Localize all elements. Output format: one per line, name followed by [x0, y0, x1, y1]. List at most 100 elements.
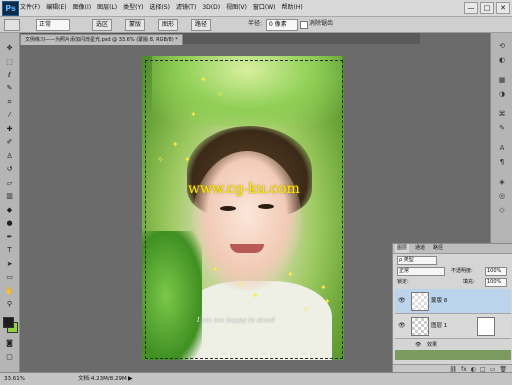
layer-name[interactable]: 图层 1: [431, 314, 447, 338]
menu-edit[interactable]: 编辑(E): [46, 0, 66, 16]
shape-icon[interactable]: ▭: [3, 272, 16, 282]
dodge-icon[interactable]: ●: [3, 218, 16, 228]
opacity-input[interactable]: 100%: [485, 267, 507, 276]
paths-icon[interactable]: ◇: [496, 205, 508, 215]
channels-icon[interactable]: ◎: [496, 191, 508, 201]
sparkle-icon: ✧: [302, 305, 309, 314]
layer-kind-filter[interactable]: ρ 类型: [397, 256, 437, 265]
window-controls: — □ ✕: [464, 2, 510, 14]
menu-filter[interactable]: 滤镜(T): [176, 0, 196, 16]
background-layer-row[interactable]: [395, 350, 511, 360]
stamp-icon[interactable]: ♙: [3, 151, 16, 161]
move-icon[interactable]: ✥: [3, 43, 16, 53]
document-canvas[interactable]: ✦ ✧ ✦ ✦ ✧ ✦ ✦ ✧ ✦ ✦ ✦ ✧ ✦ www.cg-ku.com …: [142, 56, 344, 360]
document-tab-bar: 文例练习——为照片添加闪烁星光.psd @ 33.6% (蒙版 8, RGB/8…: [20, 33, 420, 45]
healing-icon[interactable]: ✚: [3, 124, 16, 134]
caption-text: I am too happy to stand: [197, 316, 276, 324]
gradient-icon[interactable]: ▥: [3, 191, 16, 201]
status-bar: 33.61% 文档:4.23M/8.29M ▶: [0, 372, 512, 385]
marquee-icon[interactable]: ⬚: [3, 57, 16, 67]
menu-layer[interactable]: 图层(L): [97, 0, 117, 16]
tab-layers[interactable]: 图层: [395, 244, 410, 253]
menu-image[interactable]: 图像(I): [73, 0, 91, 16]
mask-button[interactable]: 蒙版: [125, 19, 146, 31]
fill-label: 填充:: [463, 279, 475, 285]
selection-button[interactable]: 选区: [92, 19, 113, 31]
shape-button[interactable]: 图形: [158, 19, 179, 31]
mouth: [230, 244, 264, 253]
path-select-icon[interactable]: ➤: [3, 259, 16, 269]
options-bar: 正常 选区 蒙版 图形 路径 半径: 0 像素 消除锯齿: [0, 17, 512, 33]
layers-icon[interactable]: ◈: [496, 177, 508, 187]
layer-name[interactable]: 蒙版 8: [431, 289, 447, 313]
menu-window[interactable]: 窗口(W): [253, 0, 276, 16]
tab-channels[interactable]: 通道: [413, 244, 427, 253]
face: [192, 151, 302, 291]
status-menu-arrow-icon[interactable]: ▶: [128, 373, 133, 385]
screen-mode-icon[interactable]: ▢: [3, 352, 16, 362]
eye-icon[interactable]: 👁: [398, 322, 406, 329]
eye-icon[interactable]: 👁: [398, 297, 406, 304]
sparkle-icon: ✧: [237, 280, 244, 289]
menu-view[interactable]: 视图(V): [226, 0, 247, 16]
pen-icon[interactable]: ✒: [3, 232, 16, 242]
blur-icon[interactable]: ◆: [3, 205, 16, 215]
swatches-icon[interactable]: ▦: [496, 75, 508, 85]
tool-preset-picker[interactable]: [4, 19, 20, 31]
zoom-level[interactable]: 33.61%: [4, 373, 25, 385]
layer-row[interactable]: 👁 图层 1: [395, 314, 511, 339]
color-icon[interactable]: ◐: [496, 55, 508, 65]
adjust-icon[interactable]: ◑: [496, 89, 508, 99]
layer-row[interactable]: 👁 蒙版 8: [395, 289, 511, 314]
close-button[interactable]: ✕: [496, 2, 510, 14]
sparkle-icon: ✧: [157, 155, 164, 164]
sparkle-icon: ✦: [320, 283, 327, 292]
crop-icon[interactable]: ⌗: [3, 97, 16, 107]
eraser-icon[interactable]: ▱: [3, 178, 16, 188]
layer-mask-thumbnail[interactable]: [477, 317, 495, 336]
menu-select[interactable]: 选择(S): [149, 0, 170, 16]
quick-mask-icon[interactable]: ◙: [3, 338, 16, 348]
hand-icon[interactable]: ✋: [3, 286, 16, 296]
maximize-button[interactable]: □: [480, 2, 494, 14]
antialias-checkbox[interactable]: [300, 21, 308, 29]
brush-icon[interactable]: ✐: [3, 137, 16, 147]
history-brush-icon[interactable]: ↺: [3, 164, 16, 174]
opacity-label: 不透明度:: [451, 268, 473, 274]
fill-input[interactable]: 100%: [485, 278, 507, 287]
quick-select-icon[interactable]: ✎: [3, 83, 16, 93]
minimize-button[interactable]: —: [464, 2, 478, 14]
blend-mode-select[interactable]: 正常: [397, 267, 445, 276]
document-size: 文档:4.23M/8.29M: [78, 376, 127, 382]
menu-bar: Ps 文件(F) 编辑(E) 图像(I) 图层(L) 类型(Y) 选择(S) 滤…: [0, 0, 512, 17]
left-eye: [220, 206, 236, 211]
styles-icon[interactable]: ⌘: [496, 109, 508, 119]
layers-panel: 图层 通道 路径 ρ 类型 正常 不透明度: 100% 锁定: 填充: 100%…: [392, 243, 512, 375]
sparkle-icon: ✦: [252, 291, 259, 300]
right-eye: [258, 204, 274, 209]
radius-input[interactable]: 0 像素: [266, 19, 298, 31]
eyedropper-icon[interactable]: ⁄: [3, 110, 16, 120]
tab-paths[interactable]: 路径: [431, 244, 445, 253]
brush-panel-icon[interactable]: ✎: [496, 123, 508, 133]
history-icon[interactable]: ⟲: [496, 41, 508, 51]
menu-file[interactable]: 文件(F): [20, 0, 40, 16]
menu-type[interactable]: 类型(Y): [123, 0, 143, 16]
style-select[interactable]: 正常: [36, 19, 70, 31]
sparkle-icon: ✦: [212, 265, 219, 274]
menu-help[interactable]: 帮助(H): [282, 0, 303, 16]
lasso-icon[interactable]: ℓ: [3, 70, 16, 80]
radius-label: 半径:: [248, 20, 263, 27]
foreground-color-swatch[interactable]: [3, 317, 14, 328]
character-icon[interactable]: A: [496, 143, 508, 153]
paragraph-icon[interactable]: ¶: [496, 157, 508, 167]
effects-row[interactable]: 👁 效果: [395, 340, 511, 350]
document-tab[interactable]: 文例练习——为照片添加闪烁星光.psd @ 33.6% (蒙版 8, RGB/8…: [20, 34, 183, 45]
menu-3d[interactable]: 3D(D): [202, 0, 220, 16]
type-icon[interactable]: T: [3, 245, 16, 255]
zoom-icon[interactable]: ⚲: [3, 299, 16, 309]
lock-label: 锁定:: [397, 279, 409, 285]
eye-icon[interactable]: 👁: [415, 342, 421, 348]
sparkle-icon: ✦: [287, 270, 294, 279]
path-button[interactable]: 路径: [191, 19, 212, 31]
